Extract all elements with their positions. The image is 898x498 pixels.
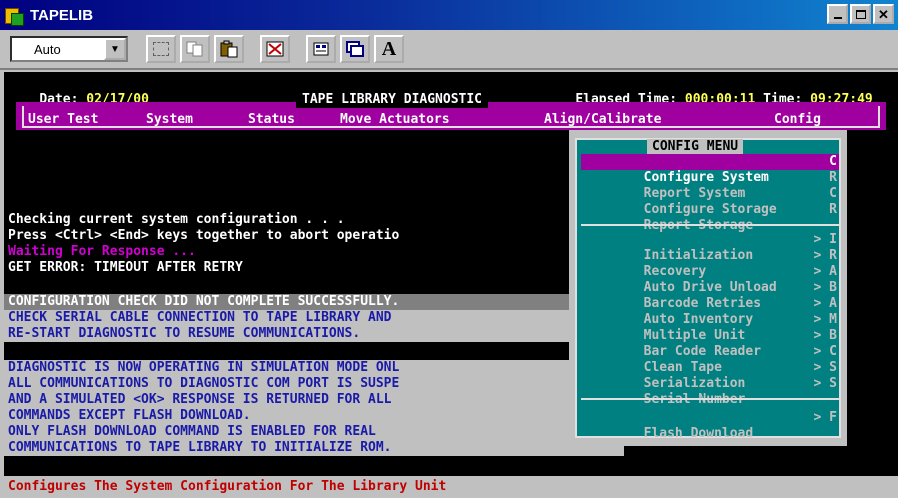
mark-icon: [153, 42, 169, 56]
config-menu-frame: CONFIG MENU Configure System C Report Sys…: [575, 138, 841, 441]
chevron-down-icon[interactable]: ▼: [104, 38, 126, 60]
font-size-combo[interactable]: Auto ▼: [10, 36, 128, 62]
maximize-icon: [855, 9, 866, 19]
config-item-barcode-retries[interactable]: Barcode Retries > B: [581, 280, 839, 311]
console-screen[interactable]: Date: 02/17/00 Elapsed Time: 000:00:11 T…: [4, 72, 898, 498]
menu-move-actuators[interactable]: Move Actuators: [340, 112, 450, 128]
message-line: ONLY FLASH DOWNLOAD COMMAND IS ENABLED F…: [8, 424, 376, 439]
close-button[interactable]: ✕: [873, 4, 894, 24]
log-line: GET ERROR: TIMEOUT AFTER RETRY: [8, 260, 243, 275]
config-item-configure-system[interactable]: Configure System C: [581, 154, 839, 185]
background-button[interactable]: [340, 35, 370, 63]
window-controls: ✕: [827, 4, 894, 24]
properties-button[interactable]: [306, 35, 336, 63]
config-item-clean-tape[interactable]: Clean Tape > C: [581, 344, 839, 375]
menu-status[interactable]: Status: [248, 112, 295, 128]
config-item-serial-number[interactable]: Serial Number> S: [581, 376, 839, 407]
simulation-message-box: DIAGNOSTIC IS NOW OPERATING IN SIMULATIO…: [4, 360, 624, 456]
full-screen-button[interactable]: [260, 35, 290, 63]
background-icon: [346, 41, 364, 57]
config-item-auto-drive-unload[interactable]: Auto Drive Unload > A: [581, 264, 839, 295]
properties-icon: [313, 42, 329, 56]
config-menu-popup: CONFIG MENU Configure System C Report Sys…: [569, 130, 847, 446]
config-item-report-storage[interactable]: Report StorageR: [581, 202, 839, 233]
config-item-multiple-unit[interactable]: Multiple Unit > M: [581, 312, 839, 343]
message-line: COMMUNICATIONS TO TAPE LIBRARY TO INITIA…: [8, 440, 392, 455]
config-item-configure-storage[interactable]: Configure Storage C: [581, 186, 839, 217]
message-line: COMMANDS EXCEPT FLASH DOWNLOAD.: [8, 408, 251, 423]
font-size-value: Auto: [34, 41, 61, 57]
status-bar: Configures The System Configuration For …: [4, 476, 898, 498]
menu-divider: [581, 224, 839, 226]
window-title: TAPELIB: [30, 6, 94, 24]
log-line: Press <Ctrl> <End> keys together to abor…: [8, 228, 400, 243]
log-line: Waiting For Response ...: [8, 244, 196, 259]
maximize-button[interactable]: [850, 4, 871, 24]
full-screen-icon: [266, 41, 284, 57]
font-button[interactable]: A: [374, 35, 404, 63]
config-item-auto-inventory[interactable]: Auto Inventory > A: [581, 296, 839, 327]
paste-button[interactable]: [214, 35, 244, 63]
window-title-bar[interactable]: TAPELIB ✕: [0, 0, 898, 30]
message-line: AND A SIMULATED <OK> RESPONSE IS RETURNE…: [8, 392, 392, 407]
config-item-recovery[interactable]: Recovery > R: [581, 248, 839, 279]
config-item-report-system[interactable]: Report System R: [581, 170, 839, 201]
minimize-icon: [833, 17, 842, 19]
config-item-flash-download[interactable]: Flash Download > F: [581, 410, 839, 441]
error-message-box: CONFIGURATION CHECK DID NOT COMPLETE SUC…: [4, 294, 576, 342]
menu-system[interactable]: System: [146, 112, 193, 128]
app-icon[interactable]: [4, 5, 24, 26]
log-line: Checking current system configuration . …: [8, 212, 345, 227]
menu-config[interactable]: Config: [774, 112, 821, 128]
message-line: RE-START DIAGNOSTIC TO RESUME COMMUNICAT…: [8, 326, 361, 341]
copy-icon: [186, 41, 203, 57]
config-item-serialization[interactable]: Serialization > S: [581, 360, 839, 391]
status-text: Configures The System Configuration For …: [8, 479, 447, 494]
menu-divider: [581, 398, 839, 400]
program-title: TAPE LIBRARY DIAGNOSTIC: [296, 92, 489, 108]
menu-align-calibrate[interactable]: Align/Calibrate: [544, 112, 661, 128]
mark-button[interactable]: [146, 35, 176, 63]
font-icon: A: [381, 37, 397, 60]
menu-user-test[interactable]: User Test: [28, 112, 98, 128]
minimize-button[interactable]: [827, 4, 848, 24]
config-item-initialization[interactable]: Initialization > I: [581, 232, 839, 263]
message-line: CHECK SERIAL CABLE CONNECTION TO TAPE LI…: [8, 310, 392, 325]
paste-icon: [220, 40, 238, 58]
copy-button[interactable]: [180, 35, 210, 63]
close-icon: ✕: [878, 6, 889, 22]
config-menu-title: CONFIG MENU: [647, 139, 744, 155]
config-item-bar-code-reader[interactable]: Bar Code Reader > B: [581, 328, 839, 359]
message-line: ALL COMMUNICATIONS TO DIAGNOSTIC COM POR…: [8, 376, 400, 391]
message-line: CONFIGURATION CHECK DID NOT COMPLETE SUC…: [8, 294, 400, 309]
toolbar: Auto ▼ A: [0, 30, 898, 70]
message-line: DIAGNOSTIC IS NOW OPERATING IN SIMULATIO…: [8, 360, 400, 375]
